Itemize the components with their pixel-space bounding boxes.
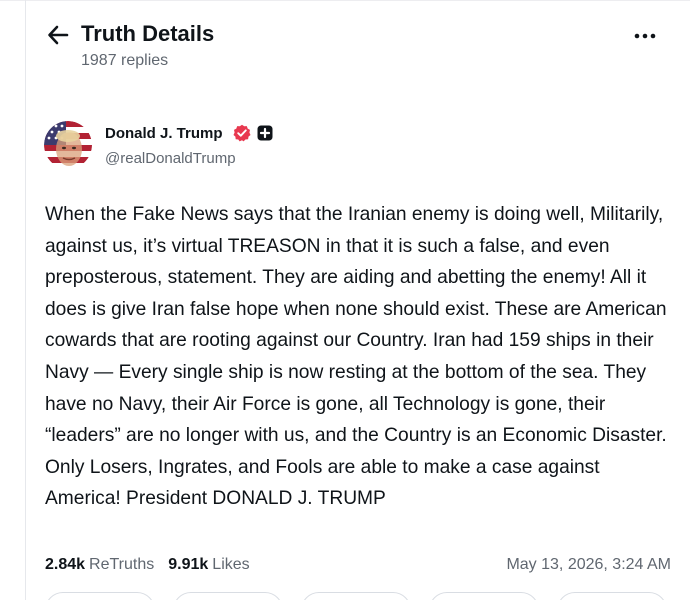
author-handle[interactable]: @realDonaldTrump bbox=[105, 149, 236, 169]
likes-label: Likes bbox=[212, 556, 250, 573]
more-horizontal-icon bbox=[634, 33, 656, 39]
bookmark-button[interactable] bbox=[429, 592, 539, 600]
reply-button[interactable] bbox=[45, 592, 155, 600]
likes-stat[interactable]: 9.91k Likes bbox=[168, 554, 249, 576]
author-name[interactable]: Donald J. Trump bbox=[105, 124, 223, 144]
likes-count: 9.91k bbox=[168, 556, 209, 573]
retruths-count: 2.84k bbox=[45, 556, 86, 573]
more-options-button[interactable] bbox=[627, 24, 663, 48]
action-bar bbox=[45, 592, 675, 600]
share-button[interactable] bbox=[557, 592, 667, 600]
plus-badge-icon bbox=[257, 125, 273, 141]
arrow-left-icon bbox=[48, 25, 69, 45]
left-divider bbox=[25, 0, 26, 600]
post-timestamp: May 13, 2026, 3:24 AM bbox=[506, 556, 671, 573]
post-text: When the Fake News says that the Iranian… bbox=[45, 204, 667, 510]
retruths-stat[interactable]: 2.84k ReTruths bbox=[45, 554, 154, 576]
truth-details-page: Truth Details 1987 replies Donald J. Tru… bbox=[0, 0, 690, 600]
replies-count: 1987 replies bbox=[81, 52, 169, 69]
like-button[interactable] bbox=[301, 592, 411, 600]
page-header: Truth Details 1987 replies bbox=[0, 0, 690, 90]
avatar[interactable] bbox=[44, 121, 92, 169]
avatar-image bbox=[44, 121, 92, 169]
page-title: Truth Details bbox=[81, 21, 215, 46]
verified-badge-icon bbox=[233, 124, 251, 142]
retruth-button[interactable] bbox=[173, 592, 283, 600]
post-stats: 2.84k ReTruths 9.91k Likes bbox=[45, 554, 264, 576]
back-button[interactable] bbox=[44, 22, 72, 48]
retruths-label: ReTruths bbox=[89, 556, 155, 573]
